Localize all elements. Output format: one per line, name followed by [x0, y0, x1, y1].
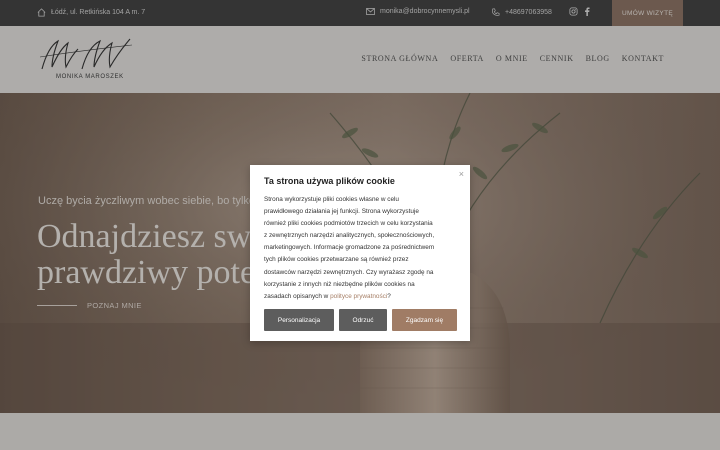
deny-button[interactable]: Odrzuć	[339, 309, 387, 331]
cookie-text-line: Strona wykorzystuje pliki cookies własne…	[264, 196, 399, 203]
cookie-title: Ta strona używa plików cookie	[264, 176, 395, 186]
cookie-text-line: dostawców narzędzi zewnętrznych. Czy wyr…	[264, 268, 434, 276]
cookie-text-line: tych plików cookies przetwarzane są równ…	[264, 256, 409, 264]
cookie-dialog: × Ta strona używa plików cookie Strona w…	[250, 165, 470, 341]
cookie-text-line: prawidłowego działania jej funkcji. Stro…	[264, 208, 419, 216]
personalize-button[interactable]: Personalizacja	[264, 309, 334, 331]
cookie-text: Strona wykorzystuje pliki cookies własne…	[264, 194, 460, 303]
cookie-text-line: również pliki cookies podmiotów trzecich…	[264, 220, 433, 228]
cookie-text-line: marketingowych. Informacje gromadzone za…	[264, 244, 435, 252]
cookie-text-line: korzystanie z innych niż niezbędne plikó…	[264, 280, 415, 288]
cookie-text-line: zasadach opisanych w	[264, 292, 329, 300]
accept-button[interactable]: Zgadzam się	[392, 309, 457, 331]
close-icon[interactable]: ×	[459, 169, 464, 179]
cookie-buttons: Personalizacja Odrzuć Zgadzam się	[264, 309, 457, 331]
cookie-text-line: z zewnętrznych narzędzi analitycznych, s…	[264, 232, 435, 240]
cookie-text-line-last: zasadach opisanych w polityce prywatnośc…	[264, 291, 460, 303]
cookie-text-suffix: ?	[387, 292, 391, 300]
privacy-policy-link[interactable]: polityce prywatności	[330, 293, 387, 300]
